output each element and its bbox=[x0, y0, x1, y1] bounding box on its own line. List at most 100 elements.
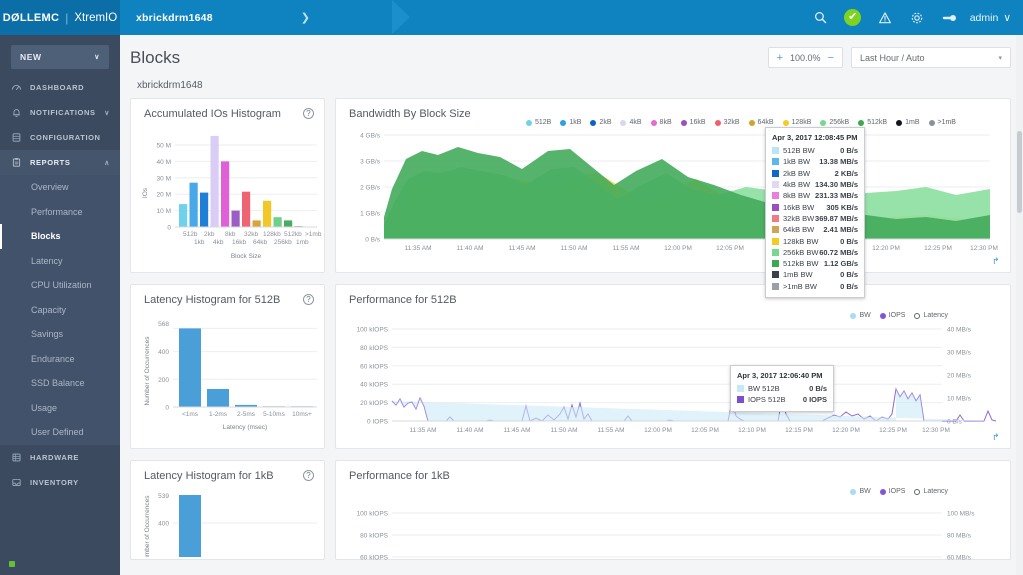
brand-product-label: XtremIO bbox=[74, 11, 118, 24]
svg-text:20 MB/s: 20 MB/s bbox=[947, 373, 972, 380]
y-axis-title: Number of Occurrences bbox=[144, 336, 151, 406]
legend-item: 64kB bbox=[748, 119, 774, 126]
sidebar-item-notifications[interactable]: NOTIFICATIONS ∨ bbox=[0, 100, 120, 125]
svg-text:11:50 AM: 11:50 AM bbox=[561, 245, 588, 252]
chevron-right-icon: ❯ bbox=[300, 12, 310, 24]
gear-icon[interactable] bbox=[902, 0, 932, 35]
zoom-in-button[interactable]: + bbox=[777, 52, 783, 64]
svg-text:3 GB/s: 3 GB/s bbox=[360, 159, 381, 166]
sidebar-item-ssd-balance[interactable]: SSD Balance bbox=[0, 371, 120, 396]
sidebar-item-latency[interactable]: Latency bbox=[0, 249, 120, 274]
sidebar-item-capacity[interactable]: Capacity bbox=[0, 298, 120, 323]
new-button[interactable]: NEW ∨ bbox=[11, 45, 109, 69]
tooltip-value: 60.72 MB/s bbox=[819, 247, 858, 257]
user-menu[interactable]: admin ∨ bbox=[970, 12, 1011, 24]
tooltip-value: 0 B/s bbox=[840, 236, 858, 246]
export-chart-icon[interactable]: ↱ bbox=[992, 433, 1001, 442]
legend-label: 512B bbox=[535, 119, 552, 126]
sidebar-item-reports[interactable]: REPORTS ∧ bbox=[0, 150, 120, 175]
health-ok-icon[interactable]: ✔ bbox=[838, 0, 868, 35]
svg-text:64kb: 64kb bbox=[253, 239, 267, 246]
card-latency-histogram-512b: Latency Histogram for 512B ? 0 200 400 5… bbox=[130, 284, 325, 449]
card-title: Latency Histogram for 512B bbox=[144, 294, 281, 306]
cluster-context-breadcrumb[interactable]: xbrickdrm1648 ❯ bbox=[120, 0, 410, 35]
x-axis-labels: 11:35 AM 11:40 AM 11:45 AM 11:50 AM 11:5… bbox=[410, 427, 950, 434]
svg-text:80 kIOPS: 80 kIOPS bbox=[360, 345, 388, 352]
sidebar-item-user-defined[interactable]: User Defined bbox=[0, 420, 120, 445]
help-icon[interactable]: ? bbox=[303, 470, 314, 481]
sidebar-item-savings[interactable]: Savings bbox=[0, 322, 120, 347]
zoom-out-button[interactable]: − bbox=[828, 52, 834, 64]
x-axis-labels-row1: 512b 2kb 8kb 32kb 128kb 512kb >1mb bbox=[183, 231, 322, 238]
tooltip-series: 8kB BW bbox=[783, 191, 811, 201]
svg-text:20 M: 20 M bbox=[157, 192, 171, 199]
export-chart-icon[interactable]: ↱ bbox=[992, 257, 1001, 266]
tooltip-value: 13.38 MB/s bbox=[819, 157, 858, 167]
y-axis-labels: 0 200 400 568 bbox=[158, 321, 169, 412]
sidebar-subitem-label: Blocks bbox=[31, 231, 61, 242]
legend-label: IOPS bbox=[888, 312, 906, 319]
tooltip-value: 2.41 MB/s bbox=[823, 225, 858, 235]
legend-item: 256kB bbox=[820, 119, 849, 126]
y-axis-labels: 0 B/s 1 GB/s 2 GB/s 3 GB/s 4 GB/s bbox=[360, 133, 381, 244]
y-axis-labels-right: 0 B/s 10 MB/s 20 MB/s 30 MB/s 40 MB/s bbox=[947, 327, 972, 426]
tooltip-row: 1kB BW 13.38 MB/s bbox=[772, 156, 858, 167]
legend-label: BW bbox=[859, 488, 871, 495]
svg-text:11:35 AM: 11:35 AM bbox=[410, 427, 437, 434]
chevron-down-icon: ▾ bbox=[998, 54, 1002, 62]
card-title: Accumulated IOs Histogram bbox=[144, 108, 281, 120]
sidebar-item-overview[interactable]: Overview bbox=[0, 175, 120, 200]
sidebar-item-performance[interactable]: Performance bbox=[0, 200, 120, 225]
legend-item: 512B bbox=[526, 119, 551, 126]
svg-text:12:10 PM: 12:10 PM bbox=[738, 427, 766, 434]
time-range-select[interactable]: Last Hour / Auto ▾ bbox=[851, 47, 1011, 68]
y-axis-title: IOs bbox=[142, 187, 149, 198]
help-icon[interactable]: ? bbox=[303, 294, 314, 305]
legend-item: 512kB bbox=[858, 119, 887, 126]
tooltip-row: 2kB BW 2 KB/s bbox=[772, 168, 858, 179]
svg-text:16kb: 16kb bbox=[232, 239, 246, 246]
sidebar-subitem-label: Savings bbox=[31, 329, 64, 340]
legend-item: IOPS bbox=[879, 312, 906, 319]
svg-text:12:05 PM: 12:05 PM bbox=[691, 427, 719, 434]
sidebar-item-cpu-utilization[interactable]: CPU Utilization bbox=[0, 273, 120, 298]
legend-item: BW bbox=[850, 488, 871, 495]
sidebar-item-inventory[interactable]: INVENTORY bbox=[0, 470, 120, 495]
latency-512b-chart: 0 200 400 568 Number of Occurrences <1ms… bbox=[144, 321, 317, 431]
svg-text:12:05 PM: 12:05 PM bbox=[716, 245, 744, 252]
top-bar: DØLLEMC | XtremIO xbrickdrm1648 ❯ ✔ admi… bbox=[0, 0, 1023, 35]
charts-grid: Accumulated IOs Histogram ? 0 10 M 20 M … bbox=[120, 98, 1023, 561]
legend-label: Latency bbox=[923, 312, 948, 319]
main-scrollbar[interactable] bbox=[1016, 35, 1023, 575]
legend-label: 16kB bbox=[689, 119, 706, 126]
search-icon[interactable] bbox=[806, 0, 836, 35]
new-button-label: NEW bbox=[20, 52, 42, 62]
tooltip-value: 1.12 GB/s bbox=[823, 259, 858, 269]
tooltip-value: 369.87 MB/s bbox=[815, 213, 858, 223]
scrollbar-thumb[interactable] bbox=[1017, 131, 1022, 213]
tooltip-row: 16kB BW 305 KB/s bbox=[772, 201, 858, 212]
tooltip-series: 128kB BW bbox=[783, 236, 819, 246]
tooltip-row: 64kB BW 2.41 MB/s bbox=[772, 224, 858, 235]
help-icon[interactable]: ? bbox=[303, 108, 314, 119]
sidebar-subitem-label: CPU Utilization bbox=[31, 280, 92, 291]
sidebar-item-usage[interactable]: Usage bbox=[0, 396, 120, 421]
tooltip-series: 32kB BW bbox=[783, 213, 815, 223]
key-icon[interactable] bbox=[934, 0, 964, 35]
alert-triangle-icon[interactable] bbox=[870, 0, 900, 35]
legend-label: 128kB bbox=[791, 119, 812, 126]
sidebar-item-blocks[interactable]: Blocks bbox=[0, 224, 120, 249]
sidebar-item-dashboard[interactable]: DASHBOARD bbox=[0, 75, 120, 100]
brand-logo[interactable]: DØLLEMC | XtremIO bbox=[0, 0, 120, 35]
tooltip-series: 1mB BW bbox=[783, 270, 813, 280]
svg-text:12:00 PM: 12:00 PM bbox=[664, 245, 692, 252]
inbox-icon bbox=[11, 477, 30, 488]
time-range-value: Last Hour / Auto bbox=[860, 52, 925, 63]
sidebar-item-configuration[interactable]: CONFIGURATION bbox=[0, 125, 120, 150]
sidebar-item-endurance[interactable]: Endurance bbox=[0, 347, 120, 372]
svg-text:12:20 PM: 12:20 PM bbox=[872, 245, 900, 252]
zoom-control[interactable]: + 100.0% − bbox=[767, 47, 843, 68]
sidebar-item-hardware[interactable]: HARDWARE bbox=[0, 445, 120, 470]
svg-text:100 MB/s: 100 MB/s bbox=[947, 511, 975, 518]
sidebar-subitem-label: Endurance bbox=[31, 353, 75, 364]
